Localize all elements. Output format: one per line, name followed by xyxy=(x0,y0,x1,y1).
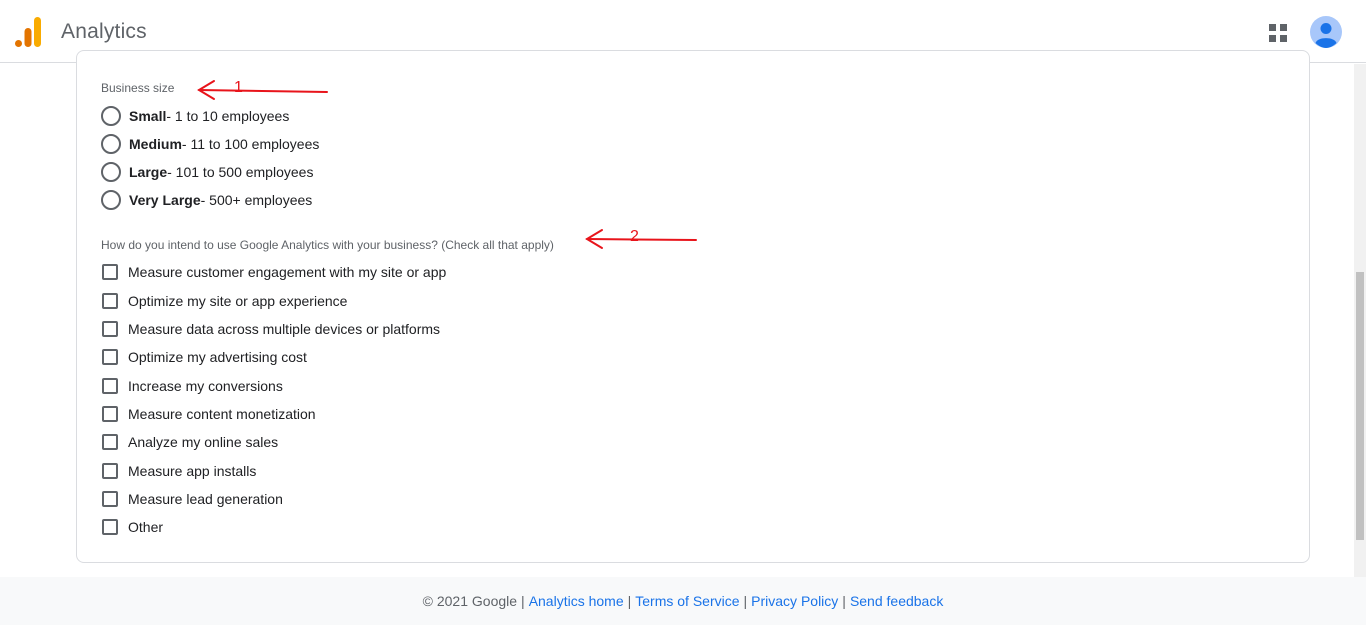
radio-medium[interactable]: Medium - 11 to 100 employees xyxy=(101,132,319,156)
checkbox-icon[interactable] xyxy=(102,264,118,280)
app-title: Analytics xyxy=(61,20,147,43)
radio-option-detail: - 101 to 500 employees xyxy=(167,164,314,180)
checkbox-app-installs[interactable]: Measure app installs xyxy=(101,459,256,483)
annotation-number-1: 1 xyxy=(234,79,243,96)
checkbox-label: Analyze my online sales xyxy=(128,434,279,450)
business-size-label: Business size xyxy=(101,81,175,95)
annotation-number-2: 2 xyxy=(630,228,639,245)
checkbox-label: Increase my conversions xyxy=(128,378,283,394)
checkbox-icon[interactable] xyxy=(102,434,118,450)
radio-option-name: Medium xyxy=(129,136,182,152)
radio-option-detail: - 1 to 10 employees xyxy=(166,108,290,124)
checkbox-advertising-cost[interactable]: Optimize my advertising cost xyxy=(101,345,307,369)
radio-option-detail: - 500+ employees xyxy=(200,192,313,208)
checkbox-label: Measure customer engagement with my site… xyxy=(128,264,447,280)
usage-question-label: How do you intend to use Google Analytic… xyxy=(101,238,554,252)
radio-button-icon[interactable] xyxy=(101,190,121,210)
checkbox-icon[interactable] xyxy=(102,321,118,337)
footer-link-feedback[interactable]: Send feedback xyxy=(850,593,943,609)
apps-grid-icon[interactable] xyxy=(1269,24,1287,42)
scrollbar-thumb[interactable] xyxy=(1356,272,1364,540)
analytics-logo-icon[interactable] xyxy=(15,17,43,47)
radio-very-large[interactable]: Very Large - 500+ employees xyxy=(101,188,312,212)
checkbox-optimize-experience[interactable]: Optimize my site or app experience xyxy=(101,289,347,313)
checkbox-icon[interactable] xyxy=(102,519,118,535)
checkbox-label: Measure lead generation xyxy=(128,491,283,507)
checkbox-label: Other xyxy=(128,519,164,535)
checkbox-icon[interactable] xyxy=(102,463,118,479)
checkbox-label: Measure content monetization xyxy=(128,406,316,422)
footer-link-privacy[interactable]: Privacy Policy xyxy=(751,593,838,609)
checkbox-lead-generation[interactable]: Measure lead generation xyxy=(101,487,283,511)
footer-separator: | xyxy=(842,593,846,609)
footer-link-terms[interactable]: Terms of Service xyxy=(635,593,739,609)
radio-small[interactable]: Small - 1 to 10 employees xyxy=(101,104,289,128)
checkbox-icon[interactable] xyxy=(102,378,118,394)
checkbox-content-monetization[interactable]: Measure content monetization xyxy=(101,402,316,426)
footer-copyright: © 2021 Google xyxy=(422,593,518,609)
radio-option-name: Very Large xyxy=(129,192,201,208)
checkbox-cross-device[interactable]: Measure data across multiple devices or … xyxy=(101,317,440,341)
checkbox-label: Optimize my site or app experience xyxy=(128,293,348,309)
radio-button-icon[interactable] xyxy=(101,106,121,126)
checkbox-icon[interactable] xyxy=(102,293,118,309)
checkbox-online-sales[interactable]: Analyze my online sales xyxy=(101,430,278,454)
radio-large[interactable]: Large - 101 to 500 employees xyxy=(101,160,313,184)
checkbox-icon[interactable] xyxy=(102,349,118,365)
checkbox-customer-engagement[interactable]: Measure customer engagement with my site… xyxy=(101,260,446,284)
footer-separator: | xyxy=(627,593,632,609)
radio-button-icon[interactable] xyxy=(101,134,121,154)
radio-option-name: Small xyxy=(129,108,167,124)
checkbox-icon[interactable] xyxy=(102,491,118,507)
radio-option-name: Large xyxy=(129,164,168,180)
footer-separator: | xyxy=(521,593,525,609)
checkbox-label: Measure data across multiple devices or … xyxy=(128,321,441,337)
footer-link-analytics-home[interactable]: Analytics home xyxy=(529,593,624,609)
radio-option-detail: - 11 to 100 employees xyxy=(181,136,320,152)
checkbox-conversions[interactable]: Increase my conversions xyxy=(101,374,283,398)
footer-separator: | xyxy=(743,593,748,609)
checkbox-label: Optimize my advertising cost xyxy=(128,349,307,365)
radio-button-icon[interactable] xyxy=(101,162,121,182)
account-avatar-icon[interactable] xyxy=(1310,16,1342,48)
checkbox-other[interactable]: Other xyxy=(101,515,163,539)
page-footer: © 2021 Google | Analytics home | Terms o… xyxy=(0,577,1366,625)
checkbox-icon[interactable] xyxy=(102,406,118,422)
checkbox-label: Measure app installs xyxy=(128,463,257,479)
